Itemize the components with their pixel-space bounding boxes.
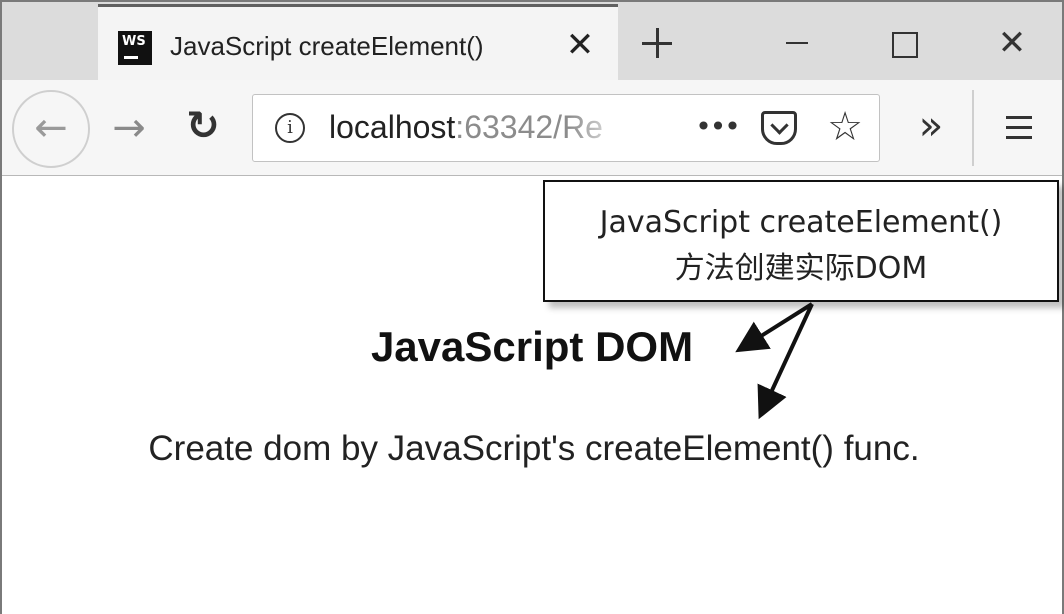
forward-arrow-icon[interactable]: → (106, 98, 152, 158)
toolbar-divider (972, 90, 974, 166)
pocket-icon[interactable] (761, 111, 797, 145)
more-icon[interactable]: ••• (695, 105, 741, 149)
url-path: :63342/Re (455, 109, 603, 145)
page-paragraph: Create dom by JavaScript's createElement… (148, 429, 920, 468)
reload-icon[interactable]: ↻ (178, 96, 228, 156)
tab-strip: WS JavaScript createElement() ✕ ✕ (2, 2, 1062, 80)
window-close-icon[interactable]: ✕ (988, 20, 1036, 68)
url-text[interactable]: localhost:63342/Re (329, 109, 629, 146)
overflow-icon[interactable]: » (906, 98, 956, 158)
page-heading: JavaScript DOM (370, 323, 694, 370)
tab-title: JavaScript createElement() (170, 31, 484, 61)
webstorm-favicon-icon: WS (118, 31, 152, 65)
minimize-icon[interactable] (774, 20, 822, 68)
maximize-icon[interactable] (880, 20, 928, 68)
url-host: localhost (329, 109, 456, 145)
hamburger-menu-icon[interactable] (996, 98, 1042, 158)
tab-close-icon[interactable]: ✕ (560, 25, 600, 65)
browser-window: WS JavaScript createElement() ✕ ✕ ← → ↻ … (0, 0, 1064, 614)
address-bar[interactable]: i localhost:63342/Re ••• ☆ (252, 94, 880, 162)
new-tab-icon[interactable] (634, 20, 682, 68)
navigation-bar: ← → ↻ i localhost:63342/Re ••• ☆ » (2, 80, 1062, 176)
active-tab[interactable]: WS JavaScript createElement() ✕ (98, 4, 618, 80)
annotation-callout: JavaScript createElement() 方法创建实际DOM (543, 180, 1059, 302)
info-icon[interactable]: i (275, 113, 305, 143)
callout-line-1: JavaScript createElement() (599, 205, 1003, 240)
star-icon[interactable]: ☆ (823, 103, 867, 151)
back-arrow-icon[interactable]: ← (12, 90, 90, 168)
callout-line-2: 方法创建实际DOM (674, 251, 928, 286)
favicon-label: WS (122, 34, 146, 49)
